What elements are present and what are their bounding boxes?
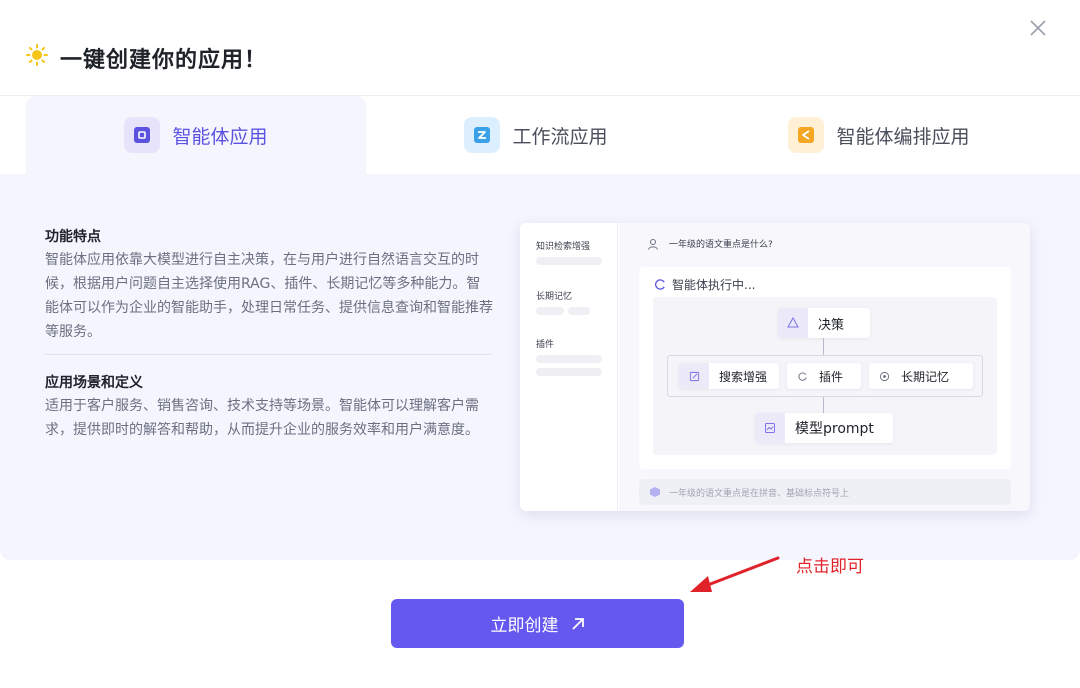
node-label: 决策: [818, 317, 845, 333]
click-annotation: 点击即可: [796, 557, 864, 577]
user-icon: [648, 238, 658, 250]
section-divider: [45, 354, 491, 355]
placeholder-bar: [536, 368, 602, 376]
preview-answer-bar: 一年级的语文重点是在拼音、基础标点符号上: [639, 479, 1011, 505]
placeholder-bar: [536, 257, 602, 265]
features-title: 功能特点: [45, 229, 101, 245]
tab-workflow-app[interactable]: 工作流应用: [366, 96, 706, 174]
preview-sidebar-item: 知识检索增强: [536, 242, 591, 252]
preview-sidebar: 知识检索增强 长期记忆 插件: [520, 223, 618, 511]
workflow-app-icon: [464, 117, 501, 153]
placeholder-bar: [536, 307, 564, 315]
memory-icon: [869, 363, 899, 389]
node-label: 长期记忆: [901, 369, 950, 384]
memory-node: 长期记忆: [869, 363, 973, 389]
question-text: 一年级的语文重点是什么?: [669, 240, 773, 250]
executing-text: 智能体执行中...: [672, 278, 756, 292]
tab-label: 智能体编排应用: [836, 125, 970, 148]
search-enhance-icon: [679, 363, 709, 389]
decision-icon: [778, 308, 808, 338]
node-label: 模型prompt: [795, 421, 874, 437]
decision-node: 决策: [778, 308, 870, 338]
preview-sidebar-item: 长期记忆: [536, 292, 573, 302]
create-now-button[interactable]: 立即创建: [391, 599, 684, 648]
tab-content-panel: 功能特点 智能体应用依靠大模型进行自主决策，在与用户进行自然语言交互的时候，根据…: [0, 174, 1080, 560]
features-text: 智能体应用依靠大模型进行自主决策，在与用户进行自然语言交互的时候，根据用户问题自…: [45, 252, 493, 340]
plugin-node: 插件: [787, 363, 861, 389]
agent-app-icon: [124, 117, 161, 153]
tab-label: 智能体应用: [172, 125, 268, 148]
execution-card: 智能体执行中... 决策 搜索增强 插件 长期记忆 模型prompt: [639, 267, 1011, 469]
arrow-up-right-icon: [571, 617, 584, 630]
search-node: 搜索增强: [679, 363, 779, 389]
agent-orchestration-icon: [788, 117, 825, 153]
placeholder-bar: [568, 307, 590, 315]
preview-question: 一年级的语文重点是什么?: [647, 237, 773, 250]
placeholder-bar: [536, 355, 602, 363]
model-icon: [755, 413, 785, 443]
scenarios-text: 适用于客户服务、销售咨询、技术支持等场景。智能体可以理解客户需求，提供即时的解答…: [45, 398, 479, 438]
plugin-icon: [787, 363, 817, 389]
agent-preview-illustration: 知识检索增强 长期记忆 插件 一年级的语文重点是什么? 智能体执行中... 决策…: [520, 223, 1030, 511]
dialog-header: 一键创建你的应用！: [0, 0, 1080, 96]
executing-status: 智能体执行中...: [655, 276, 755, 293]
sun-icon: [26, 44, 48, 66]
tab-label: 工作流应用: [512, 125, 608, 148]
close-icon[interactable]: [1026, 16, 1050, 40]
button-label: 立即创建: [490, 616, 559, 636]
preview-sidebar-item: 插件: [536, 340, 555, 350]
flow-connector: [823, 338, 824, 355]
red-arrow-icon: [690, 556, 780, 592]
preview-chat-area: 一年级的语文重点是什么? 智能体执行中... 决策 搜索增强 插件 长期记忆 模…: [619, 223, 1030, 511]
scenarios-title: 应用场景和定义: [45, 375, 143, 391]
dialog-title: 一键创建你的应用！: [60, 48, 268, 73]
tab-agent-app[interactable]: 智能体应用: [26, 96, 366, 174]
flow-connector: [823, 397, 824, 413]
node-label: 插件: [819, 369, 844, 384]
tab-agent-orchestration-app[interactable]: 智能体编排应用: [706, 96, 1052, 174]
cube-icon: [650, 487, 660, 497]
execution-flow: 决策 搜索增强 插件 长期记忆 模型prompt: [653, 297, 997, 455]
app-type-tabs: 智能体应用 工作流应用 智能体编排应用: [0, 96, 1080, 174]
node-label: 搜索增强: [719, 369, 768, 384]
answer-text: 一年级的语文重点是在拼音、基础标点符号上: [669, 488, 850, 499]
loading-icon: [655, 279, 665, 290]
model-prompt-node: 模型prompt: [755, 413, 893, 443]
